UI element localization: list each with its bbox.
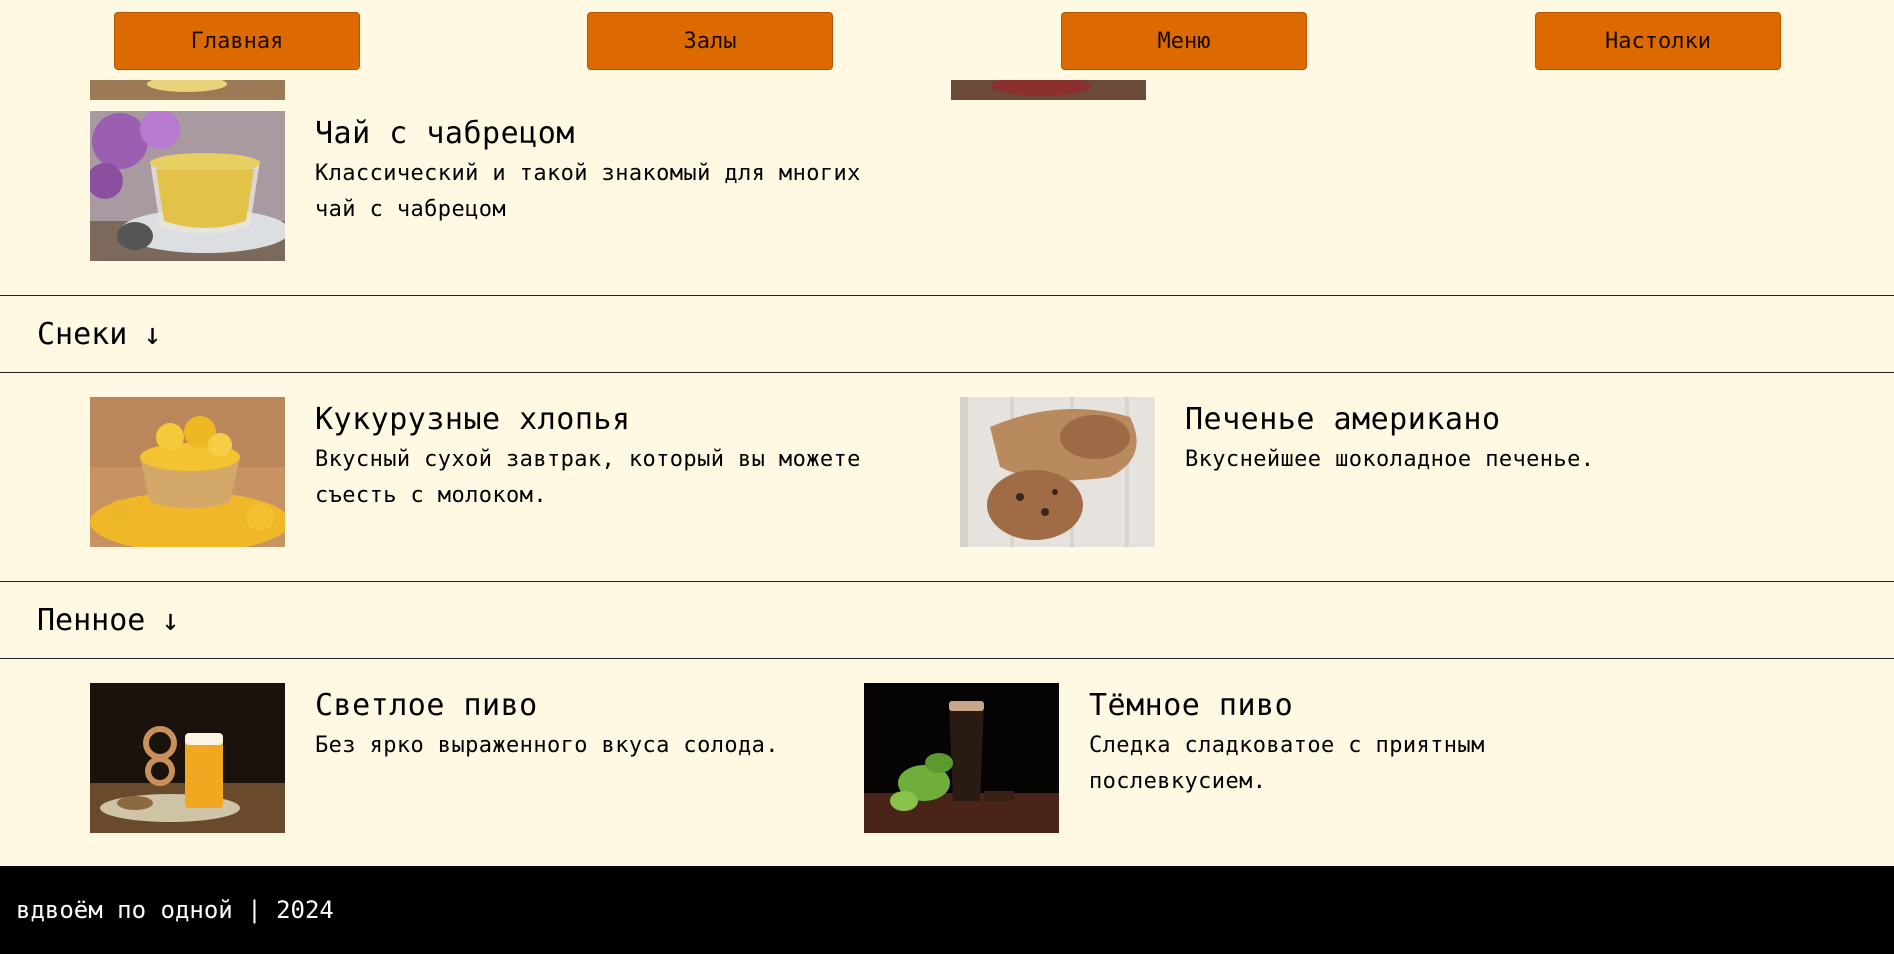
corn-flakes-title: Кукурузные хлопья bbox=[315, 402, 631, 437]
dark-beer-description: Следка сладковатое с приятным послевкуси… bbox=[1089, 733, 1485, 794]
nav-menu-button[interactable]: Меню bbox=[1061, 12, 1307, 70]
section-beer-toggle[interactable]: Пенное ↓ bbox=[0, 581, 1894, 659]
top-nav: Главная Залы Меню Настолки bbox=[0, 0, 1894, 80]
cookie-image bbox=[960, 397, 1155, 547]
section-snacks-toggle[interactable]: Снеки ↓ bbox=[0, 295, 1894, 373]
footer: вдвоём по одной | 2024 bbox=[0, 866, 1894, 954]
corn-flakes-description: Вкусный сухой завтрак, который вы можете… bbox=[315, 447, 861, 508]
light-beer-description: Без ярко выраженного вкуса солода. bbox=[315, 733, 779, 758]
thyme-tea-description: Классический и такой знакомый для многих… bbox=[315, 161, 861, 222]
arrow-down-icon: ↓ bbox=[161, 602, 180, 638]
previous-item-image bbox=[90, 80, 285, 100]
section-beer-label: Пенное bbox=[37, 602, 146, 638]
corn-flakes-image bbox=[90, 397, 285, 547]
nav-halls-button[interactable]: Залы bbox=[587, 12, 833, 70]
cookie-description: Вкуснейшее шоколадное печенье. bbox=[1185, 447, 1595, 472]
nav-home-button[interactable]: Главная bbox=[114, 12, 360, 70]
light-beer-image bbox=[90, 683, 285, 833]
cookie-title: Печенье американо bbox=[1185, 402, 1501, 437]
footer-text: вдвоём по одной | 2024 bbox=[16, 896, 334, 924]
dark-beer-image bbox=[864, 683, 1059, 833]
thyme-tea-title: Чай с чабрецом bbox=[315, 116, 575, 151]
light-beer-title: Светлое пиво bbox=[315, 688, 538, 723]
arrow-down-icon: ↓ bbox=[143, 316, 162, 352]
nav-games-button[interactable]: Настолки bbox=[1535, 12, 1781, 70]
section-snacks-label: Снеки bbox=[37, 316, 128, 352]
dark-beer-title: Тёмное пиво bbox=[1089, 688, 1294, 723]
thyme-tea-image bbox=[90, 111, 285, 261]
previous-item-image-2 bbox=[951, 80, 1146, 100]
